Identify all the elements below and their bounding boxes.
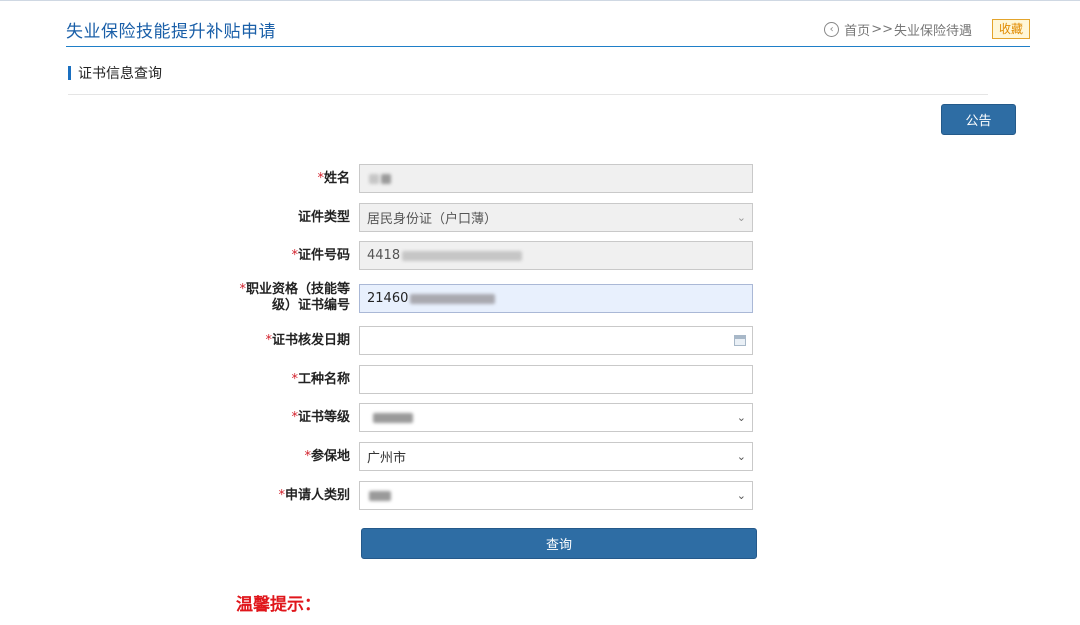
form-row-id-number: *证件号码 4418 bbox=[230, 241, 760, 271]
id-type-select[interactable]: 居民身份证（户口薄） ⌄ bbox=[359, 203, 753, 232]
breadcrumb: ‹ 首页 >> 失业保险待遇 bbox=[824, 20, 972, 39]
job-name-field[interactable] bbox=[359, 365, 753, 394]
form-row-cert-number: *职业资格（技能等 级）证书编号 21460 bbox=[230, 282, 760, 314]
notice-button[interactable]: 公告 bbox=[941, 104, 1016, 135]
form-row-applicant-type: *申请人类别 ⌄ bbox=[230, 481, 760, 511]
name-field[interactable] bbox=[359, 164, 753, 193]
applicant-type-select[interactable]: ⌄ bbox=[359, 481, 753, 510]
insured-place-label: *参保地 bbox=[304, 449, 350, 464]
chevron-down-icon: ⌄ bbox=[736, 489, 746, 502]
form-row-insured-place: *参保地 广州市 ⌄ bbox=[230, 442, 760, 472]
chevron-down-icon: ⌄ bbox=[736, 411, 746, 424]
breadcrumb-separator: >> bbox=[871, 22, 893, 37]
cert-number-field[interactable]: 21460 bbox=[359, 284, 753, 313]
cert-level-select[interactable]: ⌄ bbox=[359, 403, 753, 432]
breadcrumb-current-link[interactable]: 失业保险待遇 bbox=[894, 20, 972, 39]
cert-level-label: *证书等级 bbox=[291, 410, 350, 425]
calendar-icon[interactable] bbox=[734, 335, 746, 346]
form-row-cert-level: *证书等级 ⌄ bbox=[230, 403, 760, 433]
back-arrow-icon[interactable]: ‹ bbox=[824, 22, 840, 37]
job-name-label: *工种名称 bbox=[291, 372, 350, 387]
section-header: 证书信息查询 bbox=[68, 62, 988, 95]
cert-number-label: *职业资格（技能等 级）证书编号 bbox=[239, 282, 350, 313]
breadcrumb-home-link[interactable]: 首页 bbox=[844, 20, 870, 39]
form-row-id-type: 证件类型 居民身份证（户口薄） ⌄ bbox=[230, 203, 760, 233]
id-number-field[interactable]: 4418 bbox=[359, 241, 753, 270]
query-button[interactable]: 查询 bbox=[361, 528, 757, 559]
page-title: 失业保险技能提升补贴申请 bbox=[66, 22, 276, 42]
issue-date-field[interactable] bbox=[359, 326, 753, 355]
form-row-name: *姓名 bbox=[230, 164, 760, 194]
insured-place-select[interactable]: 广州市 ⌄ bbox=[359, 442, 753, 471]
chevron-down-icon: ⌄ bbox=[736, 450, 746, 463]
chevron-down-icon: ⌄ bbox=[736, 211, 746, 224]
section-marker bbox=[68, 66, 71, 80]
form-row-job-name: *工种名称 bbox=[230, 365, 760, 395]
favorite-button[interactable]: 收藏 bbox=[991, 19, 1030, 39]
id-type-label: 证件类型 bbox=[297, 210, 350, 225]
applicant-type-label: *申请人类别 bbox=[278, 488, 350, 503]
name-label: *姓名 bbox=[317, 171, 350, 186]
id-number-label: *证件号码 bbox=[291, 248, 350, 263]
issue-date-label: *证书核发日期 bbox=[265, 333, 350, 348]
page-header: 失业保险技能提升补贴申请 ‹ 首页 >> 失业保险待遇 收藏 bbox=[66, 14, 1030, 47]
top-border bbox=[0, 0, 1080, 1]
tips-title: 温馨提示： bbox=[236, 595, 321, 615]
section-title: 证书信息查询 bbox=[78, 66, 162, 82]
form-row-issue-date: *证书核发日期 bbox=[230, 326, 760, 356]
